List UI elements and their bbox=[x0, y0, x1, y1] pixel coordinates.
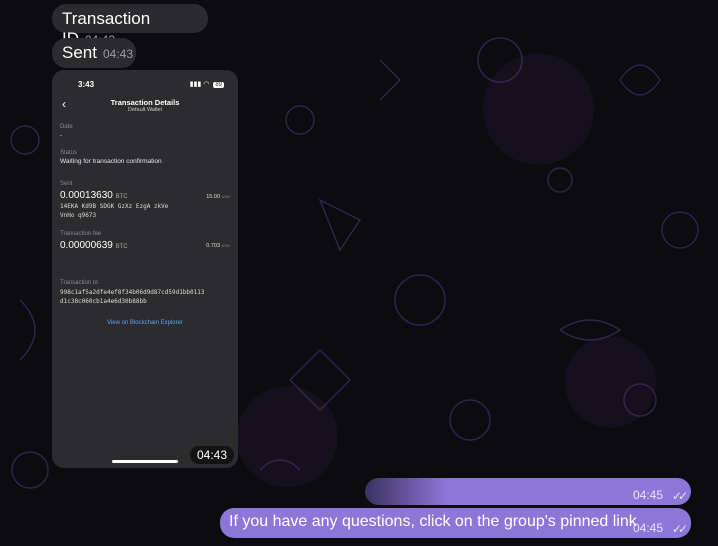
fee-fiat: 0.703 USD bbox=[206, 243, 230, 249]
message-sent[interactable]: Sent 04:43 bbox=[52, 38, 136, 68]
phone-title: Transaction Details bbox=[110, 98, 180, 107]
message-text: Sent bbox=[62, 43, 97, 62]
double-check-icon: ✓✓ bbox=[671, 522, 688, 536]
message-time: 04:43 bbox=[102, 47, 134, 61]
battery-icon: 89 bbox=[213, 82, 224, 88]
message-time: 04:45 bbox=[632, 521, 663, 535]
date-label: Date bbox=[60, 124, 73, 130]
message-transaction-id[interactable]: Transaction ID04:43 bbox=[52, 4, 208, 48]
txid-label: Transaction Id bbox=[60, 280, 98, 286]
message-text: If you have any questions, click on the … bbox=[229, 513, 637, 530]
sent-amount: 0.00013630 BTC bbox=[60, 190, 128, 201]
outgoing-message-questions[interactable]: If you have any questions, click on the … bbox=[220, 508, 691, 538]
date-value: - bbox=[60, 132, 63, 139]
sent-fiat: 15.00 USD bbox=[206, 194, 230, 200]
txid-value: 998c1af5a2dfe4ef8f34b06d9d87cd59d1bb0113… bbox=[60, 289, 205, 305]
double-check-icon: ✓✓ bbox=[671, 489, 688, 503]
fee-label: Transaction fee bbox=[60, 231, 102, 237]
fee-amount: 0.00000639 BTC bbox=[60, 240, 128, 251]
recipient-address: 14EKA Kd9B SDGK GzXz EzgA zkVe VnHo q9673 bbox=[60, 203, 169, 219]
message-time: 04:45 bbox=[632, 488, 663, 502]
sent-label: Sent bbox=[60, 181, 73, 187]
explorer-link: View on Blockchain Explorer bbox=[107, 320, 183, 326]
home-indicator bbox=[112, 460, 178, 463]
phone-subtitle: Default Wallet bbox=[127, 107, 163, 113]
outgoing-message-redacted[interactable]: 04:45 ✓✓ bbox=[365, 478, 691, 505]
phone-clock: 3:43 bbox=[78, 80, 95, 89]
photo-time: 04:43 bbox=[189, 446, 234, 464]
phone-status-icons: ▮▮▮ ◠ 89 bbox=[189, 81, 224, 88]
screenshot-photo-message[interactable]: 3:43 ▮▮▮ ◠ 89 ‹ Transaction Details Defa… bbox=[52, 70, 238, 468]
status-value: Waiting for transaction confirmation bbox=[60, 158, 162, 165]
status-label: Status bbox=[60, 150, 78, 156]
